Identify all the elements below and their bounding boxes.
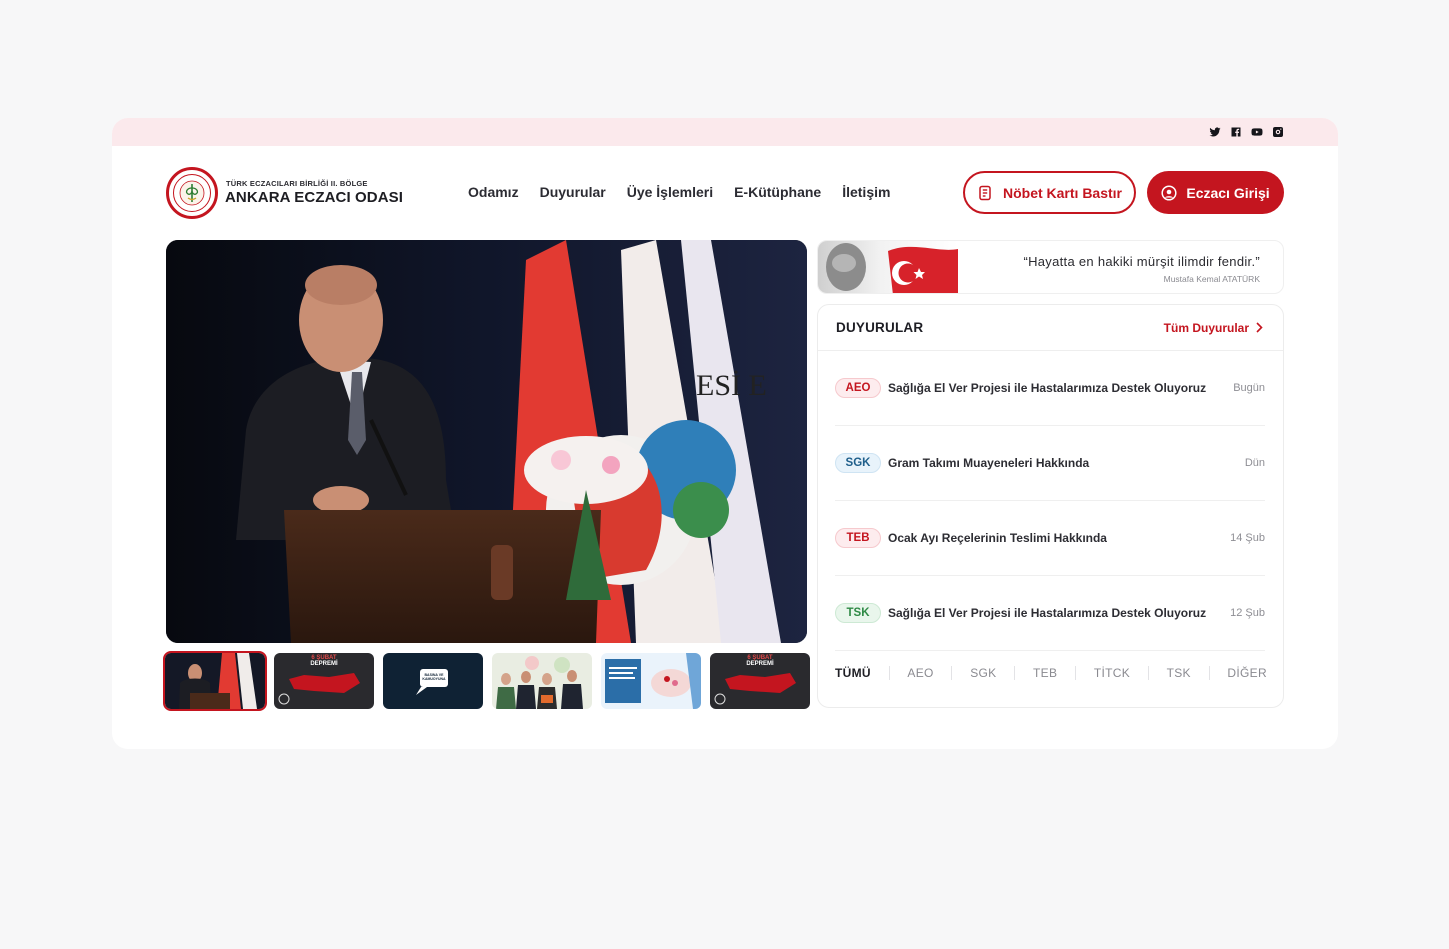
duty-card-button[interactable]: Nöbet Kartı Bastır [963,171,1136,214]
nav-item-e-kutuphane[interactable]: E-Kütüphane [734,184,821,200]
announcement-title: Sağlığa El Ver Projesi ile Hastalarımıza… [888,606,1207,620]
main-nav: Odamız Duyurular Üye İşlemleri E-Kütüpha… [468,184,890,200]
youtube-icon[interactable] [1250,126,1263,139]
filter-tab-other[interactable]: DİĞER [1227,666,1267,680]
announcement-title: Ocak Ayı Reçelerinin Teslimi Hakkında [888,531,1107,545]
filter-tab-all[interactable]: TÜMÜ [835,666,871,680]
page-frame: TÜRK ECZACILARI BİRLİĞİ II. BÖLGE ANKARA… [112,118,1338,749]
thumbnail-press-label: BASINA VE KAMUOYUNA [422,673,446,681]
ataturk-flag-image [818,241,958,293]
filter-divider [1147,666,1149,680]
thumbnail-earthquake-1[interactable]: 6 ŞUBAT DEPREMİ [274,653,374,709]
nav-item-duyurular[interactable]: Duyurular [540,184,606,200]
announcement-date: Dün [1244,457,1265,469]
logo-title[interactable]: ANKARA ECZACI ODASI [225,189,403,206]
announcements-header: DUYURULAR Tüm Duyurular [818,305,1283,351]
quote-text: “Hayatta en hakiki mürşit ilimdir fendir… [1023,254,1260,269]
announcement-title: Sağlığa El Ver Projesi ile Hastalarımıza… [888,381,1207,395]
tag-badge: TSK [835,603,881,623]
thumbnail-award[interactable] [492,653,592,709]
thumbnail-earthquake-2[interactable]: 6 ŞUBAT DEPREMİ [710,653,810,709]
announcement-row[interactable]: AEO Sağlığa El Ver Projesi ile Hastaları… [835,351,1265,426]
all-announcements-link[interactable]: Tüm Duyurular [1164,321,1263,335]
announcement-row[interactable]: TEB Ocak Ayı Reçelerinin Teslimi Hakkınd… [835,501,1265,576]
logo-emblem-icon[interactable] [166,167,218,219]
site-header: TÜRK ECZACILARI BİRLİĞİ II. BÖLGE ANKARA… [112,146,1338,239]
twitter-icon[interactable] [1208,126,1221,139]
tag-badge: AEO [835,378,881,398]
pharmacist-login-button[interactable]: Eczacı Girişi [1147,171,1284,214]
filter-divider [1014,666,1016,680]
announcement-row[interactable]: SGK Gram Takımı Muayeneleri Hakkında Dün [835,426,1265,501]
logo-subtitle: TÜRK ECZACILARI BİRLİĞİ II. BÖLGE [226,179,368,188]
announcement-date: 14 Şub [1230,532,1265,544]
filter-divider [888,666,890,680]
filter-divider [1208,666,1210,680]
tag-badge: TEB [835,528,881,548]
thumbnail-strip: 6 ŞUBAT DEPREMİ BASINA VE KAMUOYUNA 6 ŞU… [163,651,810,711]
announcements-title: DUYURULAR [836,320,924,335]
thumbnail-speech[interactable] [163,651,267,711]
filter-tab-aeo[interactable]: AEO [907,666,933,680]
announcement-title: Gram Takımı Muayeneleri Hakkında [888,456,1090,470]
filter-tab-titck[interactable]: TİTCK [1094,666,1130,680]
announcement-filter-tabs: TÜMÜ AEO SGK TEB TİTCK TSK DİĞER [835,666,1267,680]
filter-tab-teb[interactable]: TEB [1033,666,1057,680]
instagram-icon[interactable] [1271,126,1284,139]
top-bar [112,118,1338,146]
user-circle-icon [1161,184,1177,201]
thumbnail-earthquake-1-title: 6 ŞUBAT DEPREMİ [310,655,338,667]
thumbnail-poster[interactable] [601,653,701,709]
announcement-row[interactable]: TSK Sağlığa El Ver Projesi ile Hastaları… [835,576,1265,651]
thumbnail-earthquake-2-title: 6 ŞUBAT DEPREMİ [746,655,774,667]
filter-tab-sgk[interactable]: SGK [970,666,996,680]
thumbnail-press-release[interactable]: BASINA VE KAMUOYUNA [383,653,483,709]
chevron-right-icon [1256,322,1263,333]
quote-author: Mustafa Kemal ATATÜRK [1163,274,1260,284]
filter-divider [1075,666,1077,680]
filter-tab-tsk[interactable]: TSK [1167,666,1191,680]
announcement-date: Bugün [1233,382,1265,394]
hero-photo: ESİ E [166,240,807,643]
facebook-icon[interactable] [1229,126,1242,139]
announcements-panel: DUYURULAR Tüm Duyurular AEO Sağlığa El V… [817,304,1284,708]
login-button-label: Eczacı Girişi [1186,184,1270,201]
svg-text:ESİ E: ESİ E [696,369,767,402]
duty-card-button-label: Nöbet Kartı Bastır [1002,184,1123,201]
tag-badge: SGK [835,453,881,473]
nav-item-iletisim[interactable]: İletişim [842,184,890,200]
filter-divider [951,666,953,680]
announcement-date: 12 Şub [1230,607,1265,619]
hero-slider-image[interactable]: ESİ E [166,240,807,643]
nav-item-odamiz[interactable]: Odamız [468,184,519,200]
document-icon [979,185,991,200]
nav-item-uye-islemleri[interactable]: Üye İşlemleri [627,184,713,200]
quote-banner: “Hayatta en hakiki mürşit ilimdir fendir… [817,240,1284,294]
